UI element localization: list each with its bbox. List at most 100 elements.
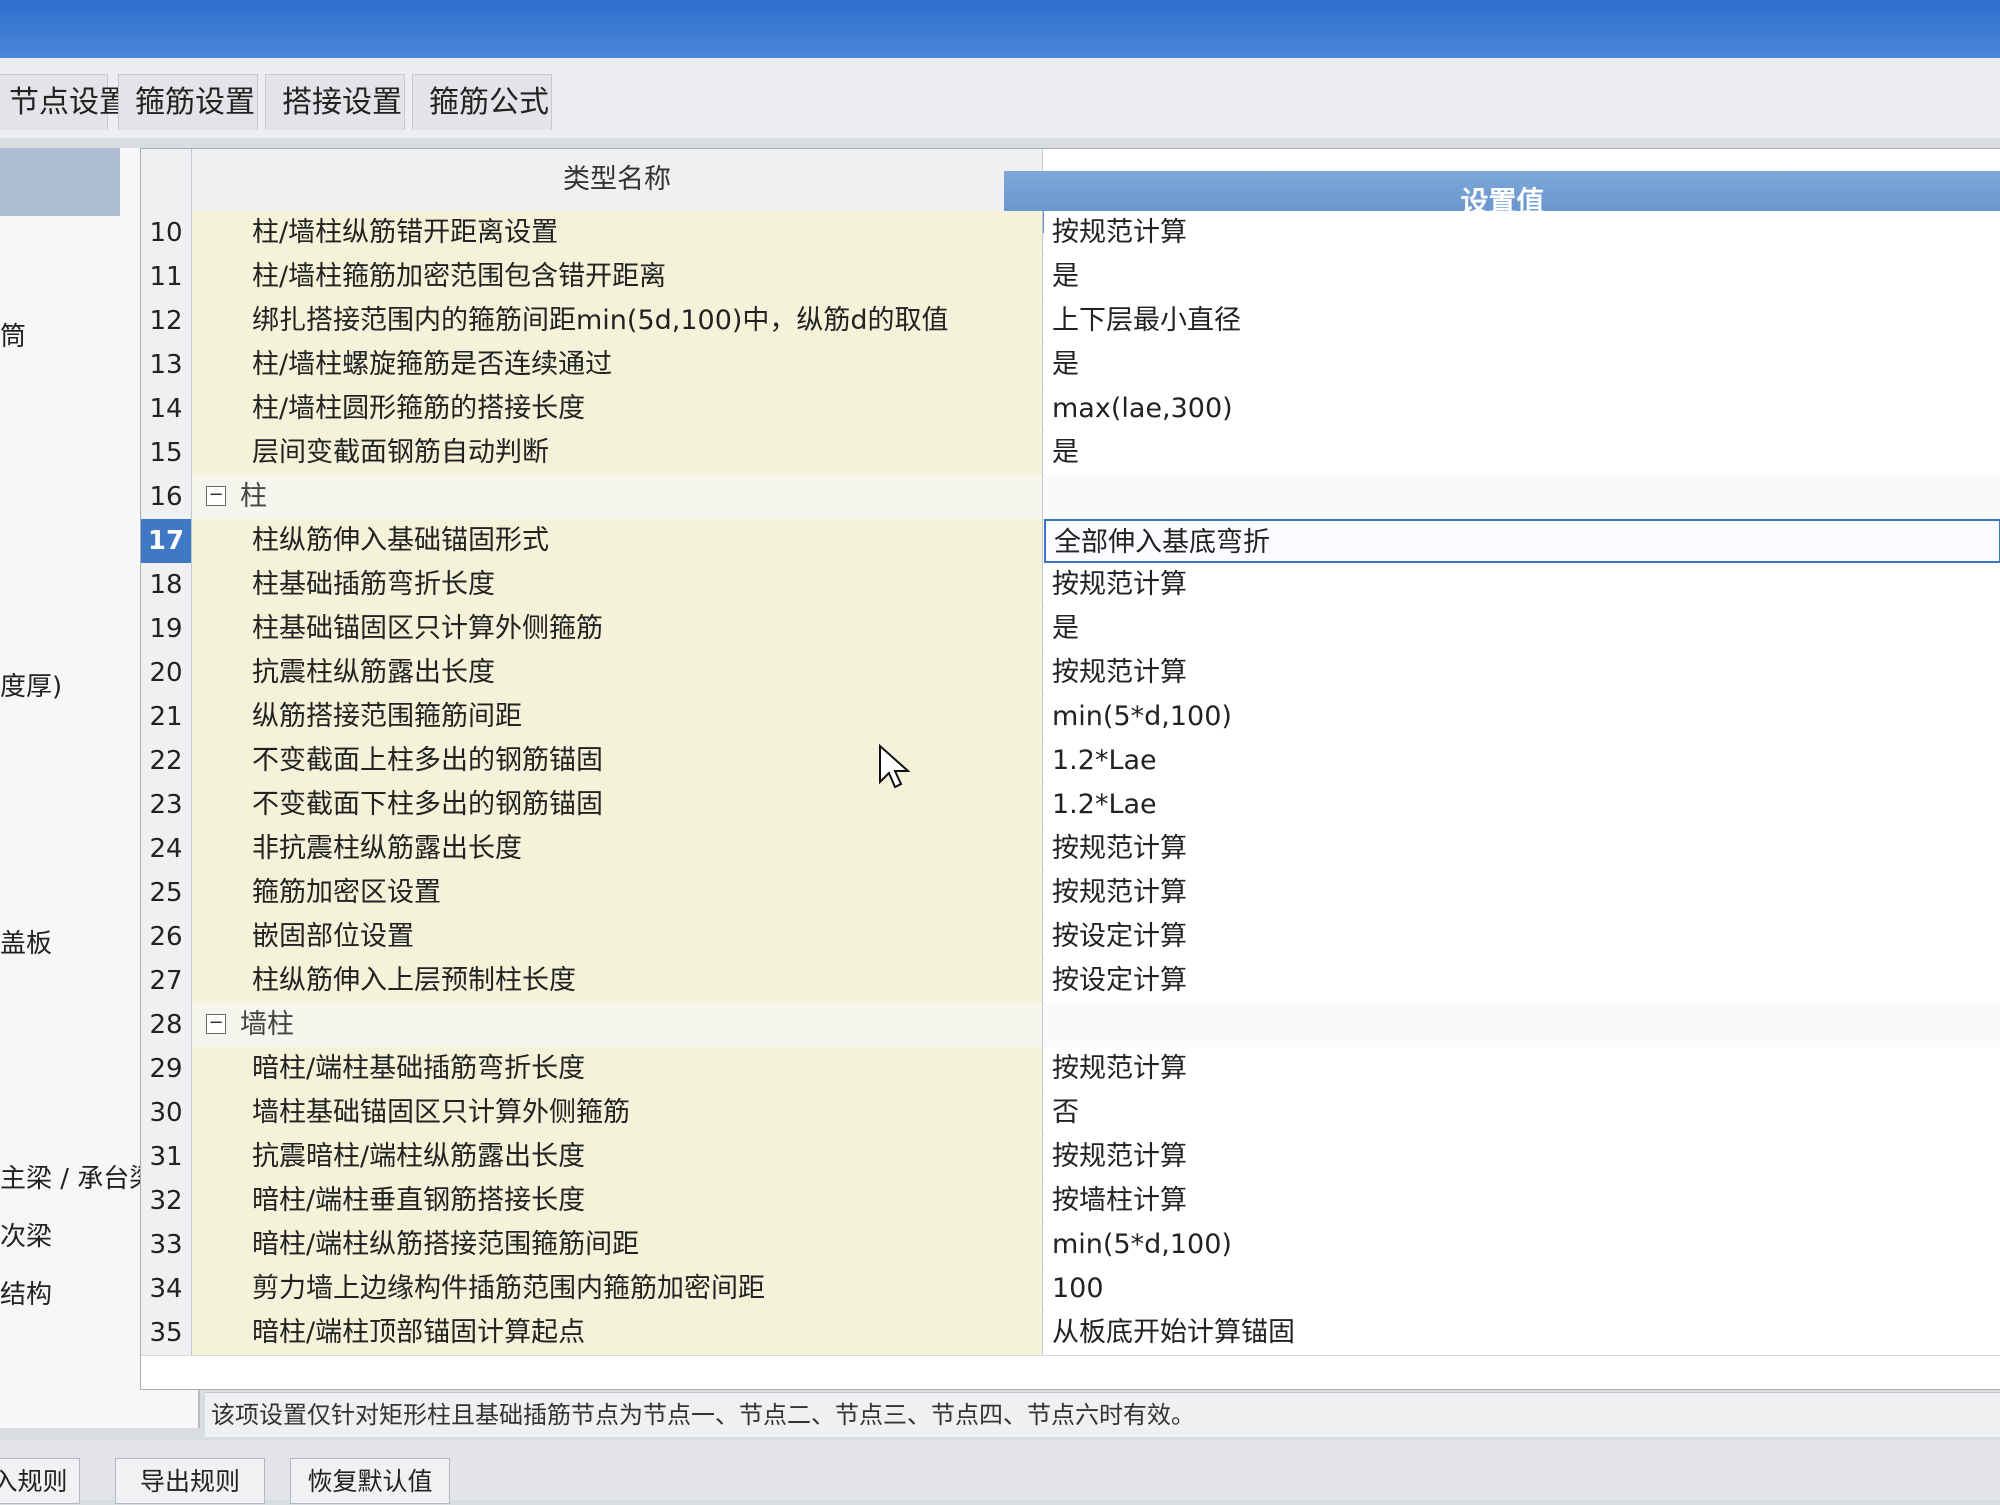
setting-value-cell[interactable]: 是 bbox=[1044, 431, 2000, 475]
row-number: 17 bbox=[141, 519, 192, 563]
table-row[interactable]: 24 非抗震柱纵筋露出长度 按规范计算 bbox=[141, 827, 2000, 872]
setting-value-cell[interactable]: 1.2*Lae bbox=[1044, 739, 2000, 783]
type-name-cell: 暗柱/端柱顶部锚固计算起点 bbox=[192, 1311, 1043, 1355]
type-name-text: 柱纵筋伸入基础锚固形式 bbox=[252, 525, 549, 556]
type-name-text: 绑扎搭接范围内的箍筋间距min(5d,100)中，纵筋d的取值 bbox=[252, 305, 949, 336]
setting-value-cell[interactable]: 按规范计算 bbox=[1044, 651, 2000, 695]
setting-value-cell[interactable]: 从板底开始计算锚固 bbox=[1044, 1311, 2000, 1355]
table-row[interactable]: 10 柱/墙柱纵筋错开距离设置 按规范计算 bbox=[141, 211, 2000, 256]
table-row[interactable]: 18 柱基础插筋弯折长度 按规范计算 bbox=[141, 563, 2000, 608]
setting-value-cell[interactable]: 按墙柱计算 bbox=[1044, 1179, 2000, 1223]
type-name-text: 纵筋搭接范围箍筋间距 bbox=[252, 701, 522, 732]
setting-value-cell[interactable]: 全部伸入基底弯折 bbox=[1044, 519, 2000, 563]
type-name-text: 墙柱 bbox=[240, 1009, 294, 1040]
restore-defaults-button[interactable]: 恢复默认值 bbox=[290, 1458, 450, 1504]
setting-value-cell[interactable]: 按规范计算 bbox=[1044, 563, 2000, 607]
table-row[interactable]: 35 暗柱/端柱顶部锚固计算起点 从板底开始计算锚固 bbox=[141, 1311, 2000, 1356]
setting-value-cell[interactable]: 按规范计算 bbox=[1044, 1135, 2000, 1179]
type-name-text: 非抗震柱纵筋露出长度 bbox=[252, 833, 522, 864]
table-row[interactable]: 30 墙柱基础锚固区只计算外侧箍筋 否 bbox=[141, 1091, 2000, 1136]
type-name-cell: 柱/墙柱纵筋错开距离设置 bbox=[192, 211, 1043, 255]
setting-value-cell[interactable]: 按规范计算 bbox=[1044, 211, 2000, 255]
type-name-text: 墙柱基础锚固区只计算外侧箍筋 bbox=[252, 1097, 630, 1128]
tab-stirrup-settings[interactable]: 箍筋设置 bbox=[118, 74, 258, 130]
type-name-cell: 柱纵筋伸入上层预制柱长度 bbox=[192, 959, 1043, 1003]
setting-value-cell[interactable] bbox=[1044, 1003, 2000, 1047]
tree-item[interactable]: 主梁 / 承台梁 bbox=[0, 1158, 155, 1195]
setting-value-cell[interactable]: 是 bbox=[1044, 343, 2000, 387]
table-row[interactable]: 12 绑扎搭接范围内的箍筋间距min(5d,100)中，纵筋d的取值 上下层最小直径 bbox=[141, 299, 2000, 344]
tree-item[interactable]: 盖板 bbox=[0, 923, 52, 960]
setting-value-cell[interactable]: 按规范计算 bbox=[1044, 827, 2000, 871]
row-number: 24 bbox=[141, 827, 192, 871]
setting-value-cell[interactable]: 按设定计算 bbox=[1044, 959, 2000, 1003]
row-number: 34 bbox=[141, 1267, 192, 1311]
table-row[interactable]: 17 柱纵筋伸入基础锚固形式 全部伸入基底弯折 bbox=[141, 519, 2000, 564]
table-row[interactable]: 11 柱/墙柱箍筋加密范围包含错开距离 是 bbox=[141, 255, 2000, 300]
mouse-cursor-icon bbox=[879, 744, 911, 789]
setting-value-cell[interactable] bbox=[1044, 475, 2000, 519]
setting-value-cell[interactable]: 100 bbox=[1044, 1267, 2000, 1311]
setting-value-cell[interactable]: 按设定计算 bbox=[1044, 915, 2000, 959]
setting-value-cell[interactable]: 否 bbox=[1044, 1091, 2000, 1135]
tab-strip: 节点设置 箍筋设置 搭接设置 箍筋公式 bbox=[0, 58, 2000, 138]
tab-node-settings[interactable]: 节点设置 bbox=[0, 74, 129, 130]
tab-lap-settings[interactable]: 搭接设置 bbox=[265, 74, 405, 130]
type-name-cell: 嵌固部位设置 bbox=[192, 915, 1043, 959]
table-row[interactable]: 33 暗柱/端柱纵筋搭接范围箍筋间距 min(5*d,100) bbox=[141, 1223, 2000, 1268]
setting-value-cell[interactable]: 是 bbox=[1044, 607, 2000, 651]
type-name-cell: 抗震柱纵筋露出长度 bbox=[192, 651, 1043, 695]
collapse-toggle-icon[interactable]: − bbox=[206, 1014, 226, 1034]
type-name-cell: 不变截面上柱多出的钢筋锚固 bbox=[192, 739, 1043, 783]
setting-value-cell[interactable]: 按规范计算 bbox=[1044, 1047, 2000, 1091]
setting-value-cell[interactable]: min(5*d,100) bbox=[1044, 1223, 2000, 1267]
type-name-cell: 柱/墙柱圆形箍筋的搭接长度 bbox=[192, 387, 1043, 431]
row-number: 32 bbox=[141, 1179, 192, 1223]
table-row[interactable]: 20 抗震柱纵筋露出长度 按规范计算 bbox=[141, 651, 2000, 696]
setting-value-cell[interactable]: 是 bbox=[1044, 255, 2000, 299]
setting-value-cell[interactable]: max(lae,300) bbox=[1044, 387, 2000, 431]
type-name-text: 柱/墙柱螺旋箍筋是否连续通过 bbox=[252, 349, 613, 380]
table-row[interactable]: 22 不变截面上柱多出的钢筋锚固 1.2*Lae bbox=[141, 739, 2000, 784]
setting-value-cell[interactable]: 上下层最小直径 bbox=[1044, 299, 2000, 343]
group-row[interactable]: 28− 墙柱 bbox=[141, 1003, 2000, 1048]
type-name-text: 抗震柱纵筋露出长度 bbox=[252, 657, 495, 688]
type-name-cell: 暗柱/端柱基础插筋弯折长度 bbox=[192, 1047, 1043, 1091]
row-number: 28 bbox=[141, 1003, 192, 1047]
group-row[interactable]: 16− 柱 bbox=[141, 475, 2000, 520]
tree-item[interactable]: 筒 bbox=[0, 316, 26, 353]
table-row[interactable]: 15 层间变截面钢筋自动判断 是 bbox=[141, 431, 2000, 476]
row-number: 11 bbox=[141, 255, 192, 299]
type-name-cell: 纵筋搭接范围箍筋间距 bbox=[192, 695, 1043, 739]
table-row[interactable]: 25 箍筋加密区设置 按规范计算 bbox=[141, 871, 2000, 916]
type-name-text: 柱 bbox=[240, 481, 267, 512]
column-header-type-name[interactable]: 类型名称 bbox=[192, 149, 1043, 212]
import-rules-button[interactable]: 入规则 bbox=[0, 1458, 80, 1504]
row-number: 12 bbox=[141, 299, 192, 343]
export-rules-button[interactable]: 导出规则 bbox=[115, 1458, 265, 1504]
setting-value-cell[interactable]: min(5*d,100) bbox=[1044, 695, 2000, 739]
table-row[interactable]: 13 柱/墙柱螺旋箍筋是否连续通过 是 bbox=[141, 343, 2000, 388]
table-row[interactable]: 29 暗柱/端柱基础插筋弯折长度 按规范计算 bbox=[141, 1047, 2000, 1092]
table-row[interactable]: 27 柱纵筋伸入上层预制柱长度 按设定计算 bbox=[141, 959, 2000, 1004]
tree-item[interactable]: 结构 bbox=[0, 1274, 52, 1311]
row-number: 18 bbox=[141, 563, 192, 607]
row-number: 20 bbox=[141, 651, 192, 695]
row-number: 31 bbox=[141, 1135, 192, 1179]
collapse-toggle-icon[interactable]: − bbox=[206, 486, 226, 506]
type-name-text: 柱/墙柱圆形箍筋的搭接长度 bbox=[252, 393, 586, 424]
table-row[interactable]: 26 嵌固部位设置 按设定计算 bbox=[141, 915, 2000, 960]
tree-item[interactable]: 次梁 bbox=[0, 1216, 52, 1253]
table-row[interactable]: 21 纵筋搭接范围箍筋间距 min(5*d,100) bbox=[141, 695, 2000, 740]
tab-stirrup-formula[interactable]: 箍筋公式 bbox=[412, 74, 552, 130]
table-row[interactable]: 19 柱基础锚固区只计算外侧箍筋 是 bbox=[141, 607, 2000, 652]
setting-value-cell[interactable]: 按规范计算 bbox=[1044, 871, 2000, 915]
table-row[interactable]: 14 柱/墙柱圆形箍筋的搭接长度 max(lae,300) bbox=[141, 387, 2000, 432]
table-row[interactable]: 32 暗柱/端柱垂直钢筋搭接长度 按墙柱计算 bbox=[141, 1179, 2000, 1224]
tree-selected-item[interactable] bbox=[0, 148, 120, 216]
table-row[interactable]: 31 抗震暗柱/端柱纵筋露出长度 按规范计算 bbox=[141, 1135, 2000, 1180]
table-row[interactable]: 23 不变截面下柱多出的钢筋锚固 1.2*Lae bbox=[141, 783, 2000, 828]
setting-value-cell[interactable]: 1.2*Lae bbox=[1044, 783, 2000, 827]
tree-item[interactable]: 度厚) bbox=[0, 666, 62, 703]
table-row[interactable]: 34 剪力墙上边缘构件插筋范围内箍筋加密间距 100 bbox=[141, 1267, 2000, 1312]
